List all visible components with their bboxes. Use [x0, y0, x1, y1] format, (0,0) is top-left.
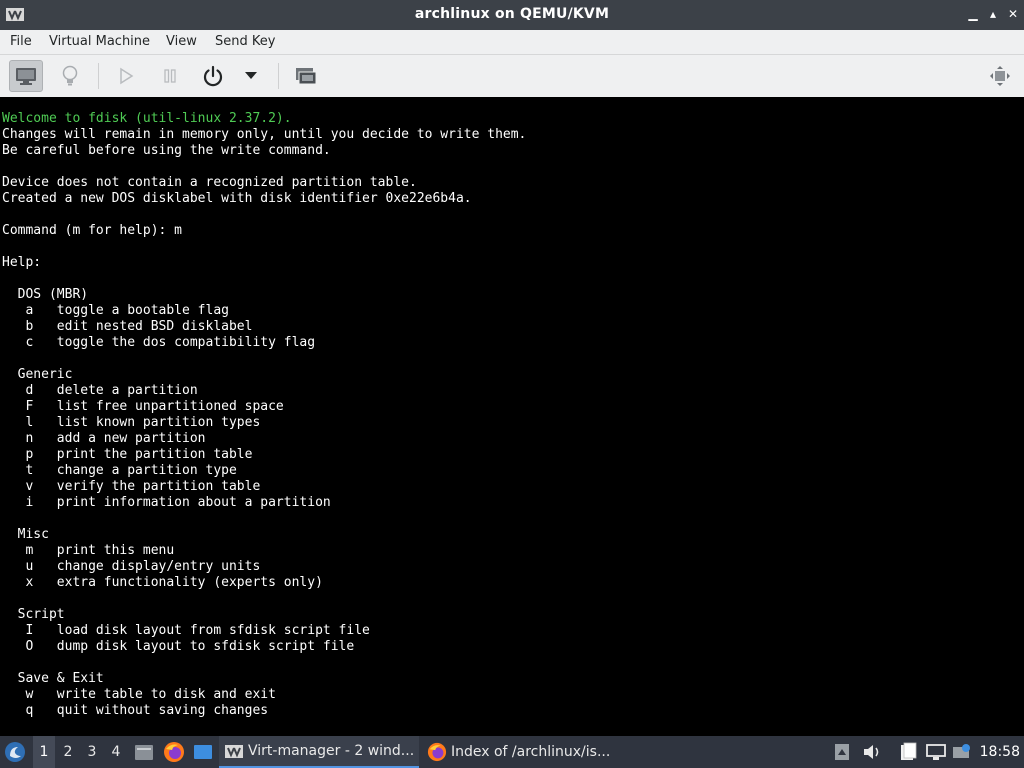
play-icon	[120, 67, 134, 85]
workspace-1[interactable]: 1	[33, 736, 55, 768]
network-icon	[926, 744, 946, 760]
distro-logo-icon	[5, 742, 25, 762]
maximize-button[interactable]: ▴	[986, 7, 1000, 21]
window-titlebar: archlinux on QEMU/KVM ▁ ▴ ✕	[0, 0, 1024, 30]
task-label: Virt-manager - 2 wind...	[248, 743, 415, 759]
toolbar-separator	[278, 63, 279, 89]
menu-virtual-machine[interactable]: Virtual Machine	[49, 34, 150, 49]
power-icon	[203, 65, 223, 87]
clipboard-icon	[835, 744, 849, 760]
notes-icon	[901, 742, 917, 760]
pause-icon	[164, 69, 176, 83]
lightbulb-icon	[62, 65, 78, 86]
menubar: File Virtual Machine View Send Key	[0, 30, 1024, 55]
chevron-down-icon	[245, 72, 257, 79]
toolbar-separator	[98, 63, 99, 89]
console-view-button[interactable]	[9, 60, 43, 92]
firefox-icon	[164, 742, 184, 762]
folder-icon	[135, 745, 153, 760]
fullscreen-icon	[990, 66, 1010, 86]
task-virt-manager[interactable]: Virt-manager - 2 wind...	[219, 736, 419, 768]
minimize-button[interactable]: ▁	[966, 7, 980, 21]
firefox-icon	[427, 742, 447, 762]
details-view-button[interactable]	[53, 60, 87, 92]
pause-button[interactable]	[153, 60, 187, 92]
console-welcome-line: Welcome to fdisk (util-linux 2.37.2).	[2, 111, 292, 126]
workspace-2[interactable]: 2	[57, 736, 79, 768]
file-manager-launcher[interactable]	[134, 736, 156, 768]
vm-console[interactable]: Welcome to fdisk (util-linux 2.37.2). Ch…	[0, 97, 1024, 736]
tray-clipboard[interactable]	[834, 736, 854, 768]
workspace-4[interactable]: 4	[105, 736, 127, 768]
show-desktop-icon	[194, 745, 212, 759]
volume-icon	[864, 745, 879, 759]
tray-notes[interactable]	[898, 736, 920, 768]
window-title: archlinux on QEMU/KVM	[414, 6, 610, 22]
monitor-icon	[16, 68, 36, 85]
close-button[interactable]: ✕	[1006, 7, 1020, 21]
clock[interactable]: 18:58	[980, 736, 1020, 768]
run-button[interactable]	[109, 60, 143, 92]
task-firefox[interactable]: Index of /archlinux/is...	[423, 736, 627, 768]
taskbar: 1 2 3 4 Virt-manager - 2 wind... Index o…	[0, 736, 1024, 768]
menu-file[interactable]: File	[10, 34, 32, 49]
workspace-3[interactable]: 3	[81, 736, 103, 768]
firefox-launcher[interactable]	[163, 736, 187, 768]
console-output: Changes will remain in memory only, unti…	[2, 127, 527, 718]
shutdown-button[interactable]	[196, 60, 230, 92]
task-label: Index of /archlinux/is...	[451, 744, 611, 760]
fullscreen-button[interactable]	[983, 60, 1017, 92]
monitor-update-icon	[953, 744, 970, 758]
menu-view[interactable]: View	[166, 34, 197, 49]
app-menu-button[interactable]	[4, 736, 30, 768]
tray-updates[interactable]	[952, 736, 974, 768]
desktop-launcher[interactable]	[193, 736, 215, 768]
shutdown-menu-button[interactable]	[236, 60, 266, 92]
tray-volume[interactable]	[862, 736, 884, 768]
toolbar	[0, 55, 1024, 98]
menu-send-key[interactable]: Send Key	[215, 34, 275, 49]
snapshots-button[interactable]	[289, 60, 323, 92]
snapshots-icon	[296, 68, 317, 85]
console-text: Welcome to fdisk (util-linux 2.37.2). Ch…	[2, 111, 526, 719]
virt-manager-icon	[225, 744, 243, 758]
tray-network[interactable]	[926, 736, 948, 768]
